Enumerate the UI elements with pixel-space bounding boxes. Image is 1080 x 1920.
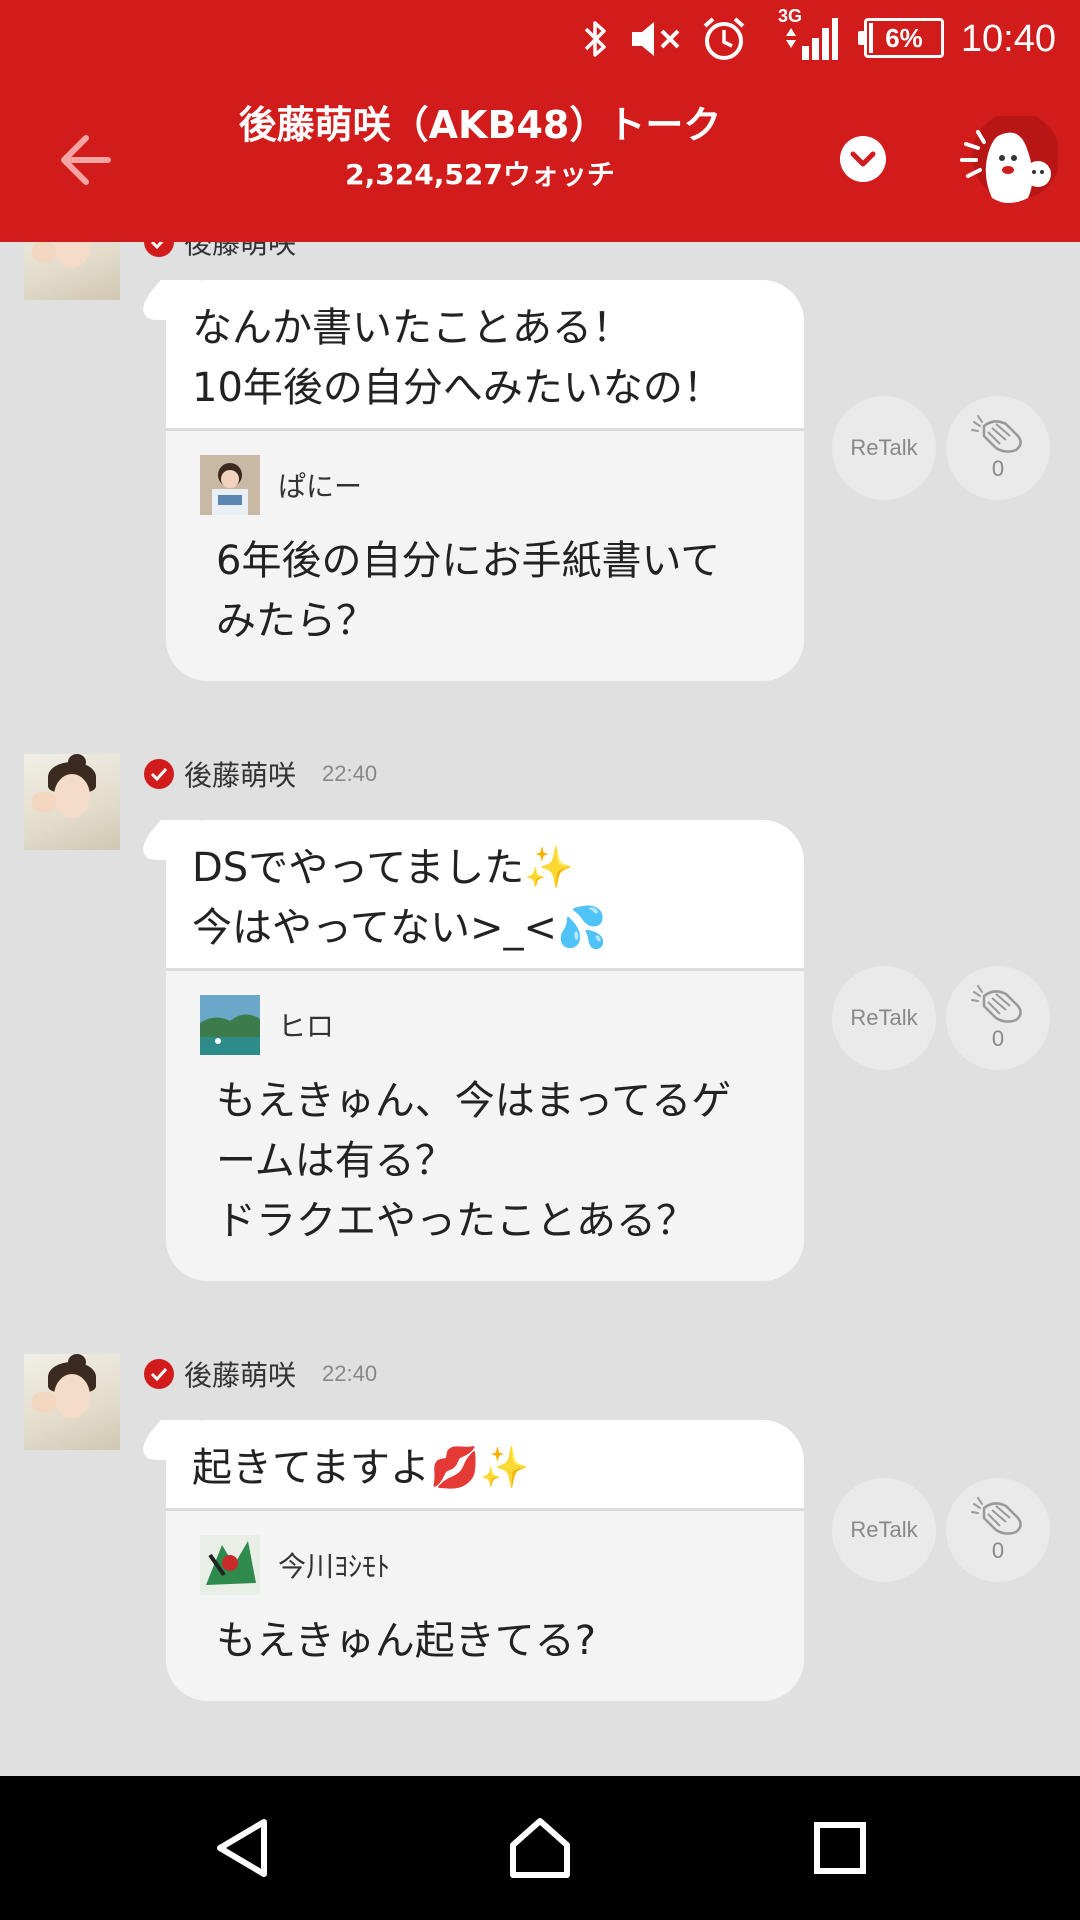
signal-icon [780, 14, 840, 64]
message-bubble[interactable]: 起きてますよ💋✨ 今川ﾖｼﾓﾄ もえきゅん起きてる? [166, 1420, 804, 1701]
status-bar: 3G 6% 10:40 [0, 0, 1080, 78]
quote-avatar [200, 995, 260, 1055]
talk-title: 後藤萌咲（AKB48）トーク [238, 103, 722, 147]
message-author-row: 後藤萌咲 [144, 242, 322, 262]
clap-count: 0 [991, 1026, 1005, 1051]
retalk-label: ReTalk [850, 1517, 918, 1542]
message-author-row: 後藤萌咲 22:40 [144, 1354, 377, 1394]
quote-text: 6年後の自分にお手紙書いて みたら？ [216, 538, 721, 644]
clap-count: 0 [991, 1538, 1005, 1563]
quote-text: もえきゅん、今はまってるゲ ームは有る？ ドラクエやったことある？ [216, 1078, 732, 1244]
clap-icon [971, 1497, 1022, 1535]
status-time: 10:40 [960, 18, 1056, 60]
retalk-label: ReTalk [850, 1005, 918, 1030]
clap-count: 0 [991, 456, 1005, 481]
message-bubble[interactable]: なんか書いたことある！ 10年後の自分へみたいなの！ ぱにー 6年後の自分にお手… [166, 280, 804, 681]
arrow-left-icon[interactable] [52, 128, 116, 192]
alarm-icon [700, 14, 748, 64]
system-nav-bar [0, 1776, 1080, 1920]
quote-author: ヒロ [278, 1010, 335, 1043]
avatar[interactable] [24, 1354, 120, 1450]
recents-icon[interactable] [804, 1812, 876, 1884]
quote-author: 今川ﾖｼﾓﾄ [278, 1550, 391, 1583]
message-time: 22:40 [322, 761, 378, 786]
retalk-button[interactable]: ReTalk [832, 1478, 936, 1582]
talk-timeline[interactable]: 後藤萌咲 なんか書いたことある！ 10年後の自分へみたいなの！ ぱにー 6年後の… [0, 242, 1080, 1776]
watch-count: 2,324,527ウォッチ [345, 158, 615, 191]
battery-icon: 6% [858, 18, 944, 58]
battery-percent: 6% [885, 22, 923, 53]
clap-button[interactable]: 0 [946, 966, 1050, 1070]
clap-icon [971, 985, 1022, 1023]
retalk-label: ReTalk [850, 435, 918, 460]
message-author: 後藤萌咲 [184, 1359, 297, 1392]
verified-check-icon [144, 1359, 174, 1389]
quoted-question: ぱにー 6年後の自分にお手紙書いて みたら？ [166, 431, 804, 681]
message-text: なんか書いたことある！ 10年後の自分へみたいなの！ [166, 280, 804, 431]
avatar[interactable] [24, 754, 120, 850]
clap-button[interactable]: 0 [946, 1478, 1050, 1582]
message-author-row: 後藤萌咲 22:40 [144, 754, 377, 794]
quote-text: もえきゅん起きてる? [216, 1618, 597, 1664]
back-triangle-icon[interactable] [206, 1812, 278, 1884]
quote-author: ぱにー [278, 470, 363, 503]
volume-muted-icon [628, 14, 686, 64]
top-bar: 3G 6% 10:40 後藤萌咲（AKB48）トーク 2,324,527ウォッチ [0, 0, 1080, 242]
avatar[interactable] [24, 242, 120, 300]
home-icon[interactable] [504, 1812, 576, 1884]
retalk-button[interactable]: ReTalk [832, 966, 936, 1070]
message-text: 起きてますよ💋✨ [166, 1420, 804, 1511]
clap-icon [971, 415, 1022, 453]
quote-avatar [200, 455, 260, 515]
bluetooth-icon [578, 14, 614, 64]
message-author: 後藤萌咲 [184, 759, 297, 792]
quoted-question: 今川ﾖｼﾓﾄ もえきゅん起きてる? [166, 1511, 804, 1701]
retalk-button[interactable]: ReTalk [832, 396, 936, 500]
quote-avatar [200, 1535, 260, 1595]
battery-level-fill [869, 23, 873, 53]
message-text: DSでやってました✨ 今はやってない>_<💦 [166, 820, 804, 971]
verified-check-icon [144, 242, 174, 257]
mascot-icon[interactable] [958, 112, 1060, 216]
message-bubble[interactable]: DSでやってました✨ 今はやってない>_<💦 ヒロ もえきゅん、今はまってるゲ … [166, 820, 804, 1281]
quoted-question: ヒロ もえきゅん、今はまってるゲ ームは有る？ ドラクエやったことある？ [166, 971, 804, 1281]
verified-check-icon [144, 759, 174, 789]
message-author: 後藤萌咲 [184, 242, 297, 260]
clap-button[interactable]: 0 [946, 396, 1050, 500]
message-time: 22:40 [322, 1361, 378, 1386]
chevron-down-icon[interactable] [840, 136, 886, 182]
